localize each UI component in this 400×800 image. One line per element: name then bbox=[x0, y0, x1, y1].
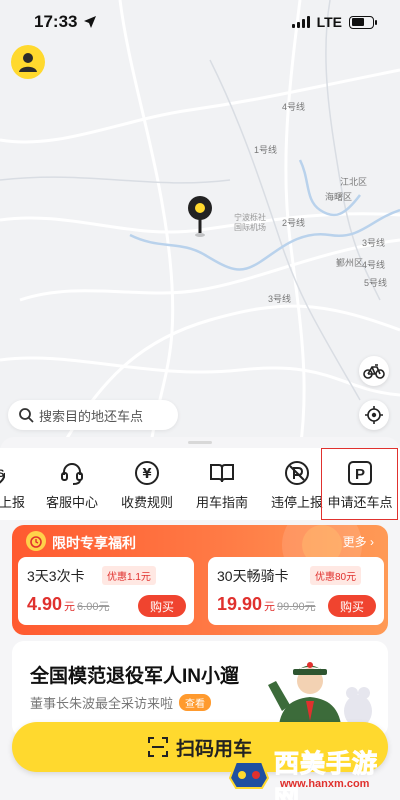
svg-text:S: S bbox=[0, 468, 4, 480]
search-placeholder: 搜索目的地还车点 bbox=[39, 408, 144, 424]
headset-icon bbox=[61, 463, 83, 485]
promo-banner[interactable]: 限时专享福利 更多 › 3天3次卡 优惠1.1元 4.90 元 6.00元 购买 3… bbox=[12, 525, 388, 635]
map-label-airport-2: 国际机场 bbox=[234, 223, 266, 232]
partial-icon: S bbox=[0, 468, 5, 484]
watermark-url: www.hanxm.com bbox=[280, 778, 370, 790]
svg-text:¥: ¥ bbox=[142, 467, 151, 482]
bike-filter-button[interactable] bbox=[359, 356, 389, 386]
battery-icon bbox=[349, 15, 377, 29]
tool-label: 违停上报 bbox=[270, 495, 323, 510]
map-label-line3-a: 3号线 bbox=[362, 238, 386, 248]
tool-label: 收费规则 bbox=[120, 495, 173, 510]
tool-user-guide[interactable]: 用车指南 bbox=[184, 460, 260, 511]
watermark-text: 西美手游网 bbox=[274, 750, 379, 800]
news-subtitle: 董事长朱波最全采访来啦 bbox=[30, 696, 174, 711]
tool-customer-service[interactable]: 客服中心 bbox=[34, 460, 110, 511]
tool-fee-rules[interactable]: ¥ 收费规则 bbox=[109, 460, 185, 511]
watermark-logo-icon bbox=[228, 761, 270, 789]
map-label-line4-b: 4号线 bbox=[362, 260, 386, 270]
pass-price: 19.90 元 99.90元 bbox=[217, 594, 316, 614]
view-button[interactable]: 查看 bbox=[179, 694, 212, 711]
no-parking-icon bbox=[285, 461, 309, 485]
watermark: 西美手游网 www.hanxm.com bbox=[226, 742, 398, 800]
news-subtitle-row: 董事长朱波最全采访来啦 查看 bbox=[30, 693, 212, 712]
signal-icon bbox=[291, 16, 310, 28]
tool-label: 客服中心 bbox=[45, 495, 98, 510]
network-label: LTE bbox=[316, 14, 342, 30]
tool-label: 用车指南 bbox=[195, 495, 248, 510]
pass-discount-tag: 优惠1.1元 bbox=[102, 566, 156, 585]
destination-search[interactable]: 搜索目的地还车点 bbox=[8, 400, 178, 430]
map-label-haishu: 海曙区 bbox=[325, 192, 353, 202]
highlight-box bbox=[321, 448, 398, 520]
news-headline: 全国模范退役军人IN小遛 bbox=[30, 666, 240, 687]
user-icon bbox=[19, 53, 37, 72]
map-label-line1: 1号线 bbox=[254, 145, 278, 155]
alarm-clock-icon bbox=[26, 531, 46, 551]
yen-coin-icon: ¥ bbox=[135, 461, 159, 485]
bicycle-icon bbox=[363, 364, 385, 379]
buy-button[interactable]: 购买 bbox=[138, 595, 186, 617]
pass-name: 3天3次卡 bbox=[27, 568, 85, 584]
crosshair-icon bbox=[365, 406, 383, 424]
pass-name: 30天畅骑卡 bbox=[217, 568, 289, 584]
tool-label: 上报 bbox=[0, 495, 25, 510]
pass-price: 4.90 元 6.00元 bbox=[27, 594, 110, 614]
location-arrow-icon bbox=[84, 16, 97, 28]
promo-title: 限时专享福利 bbox=[52, 535, 136, 551]
book-icon bbox=[210, 464, 234, 483]
promo-more-link[interactable]: 更多 › bbox=[343, 533, 374, 550]
map-label-line3-b: 3号线 bbox=[268, 294, 292, 304]
location-pin[interactable] bbox=[187, 195, 213, 239]
pass-discount-tag: 优惠80元 bbox=[310, 566, 362, 585]
status-bar: 17:33 LTE bbox=[0, 0, 400, 44]
map-label-yinzhou: 鄞州区 bbox=[336, 258, 364, 268]
locate-me-button[interactable] bbox=[359, 400, 389, 430]
avatar-button[interactable] bbox=[11, 45, 45, 79]
map-label-line5: 5号线 bbox=[364, 278, 388, 288]
tool-report-partial[interactable]: S 上报 bbox=[0, 460, 30, 511]
map-label-line2: 2号线 bbox=[282, 218, 306, 228]
pass-card[interactable]: 3天3次卡 优惠1.1元 4.90 元 6.00元 购买 bbox=[18, 557, 194, 625]
map-label-jiangbei: 江北区 bbox=[340, 177, 368, 187]
map-pin-icon bbox=[188, 196, 212, 237]
sheet-handle[interactable] bbox=[188, 441, 212, 444]
pass-card[interactable]: 30天畅骑卡 优惠80元 19.90 元 99.90元 购买 bbox=[208, 557, 384, 625]
search-icon bbox=[19, 408, 34, 423]
buy-button[interactable]: 购买 bbox=[328, 595, 376, 617]
status-time: 17:33 bbox=[34, 12, 78, 31]
map-label-line4-a: 4号线 bbox=[282, 102, 306, 112]
scan-icon bbox=[147, 737, 168, 757]
